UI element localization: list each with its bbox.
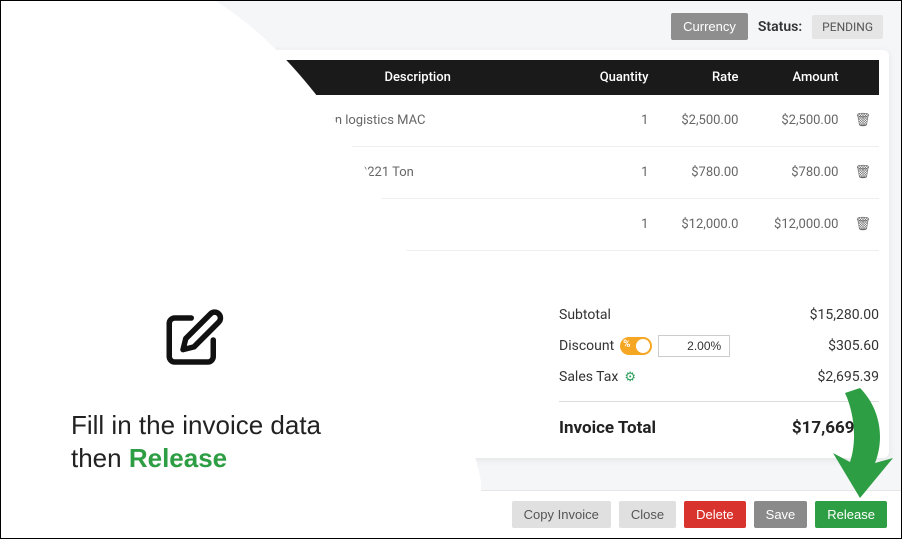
row-amount: $12,000.00 [746,199,846,251]
trash-icon[interactable]: 🗑 [846,199,879,251]
col-rate: Rate [656,60,746,95]
callout-line1: Fill in the invoice data [71,409,321,442]
invoice-total-label: Invoice Total [559,418,656,438]
callout-text: Fill in the invoice data then Release [71,409,321,474]
salestax-label: Sales Tax [559,369,618,385]
row-quantity[interactable]: 1 [586,199,656,251]
row-rate[interactable]: $12,000.0 [656,199,746,251]
col-amount: Amount [746,60,846,95]
copy-invoice-button[interactable]: Copy Invoice [512,501,611,528]
callout-line2-pre: then [71,443,129,473]
close-button[interactable]: Close [619,501,676,528]
discount-value: $305.60 [828,338,879,354]
salestax-value: $2,695.39 [817,369,879,385]
save-button[interactable]: Save [754,501,808,528]
col-quantity: Quantity [586,60,656,95]
release-button[interactable]: Release [815,501,887,528]
row-rate[interactable]: $780.00 [656,147,746,199]
trash-icon[interactable]: 🗑 [846,95,879,147]
row-quantity[interactable]: 1 [586,147,656,199]
row-amount: $2,500.00 [746,95,846,147]
currency-button[interactable]: Currency [671,13,748,40]
arrow-icon [825,388,895,498]
delete-button[interactable]: Delete [684,501,746,528]
percent-icon: % [623,339,630,350]
row-quantity[interactable]: 1 [586,95,656,147]
trash-icon[interactable]: 🗑 [846,147,879,199]
subtotal-label: Subtotal [559,307,611,323]
subtotal-value: $15,280.00 [810,307,879,323]
discount-label: Discount [559,338,614,354]
row-rate[interactable]: $2,500.00 [656,95,746,147]
gear-icon[interactable]: ⚙ [624,370,636,385]
row-amount: $780.00 [746,147,846,199]
discount-input[interactable] [658,335,730,357]
status-badge: PENDING [812,15,883,39]
status-label: Status: [758,19,802,35]
discount-toggle[interactable]: % [620,337,652,355]
edit-icon [161,307,227,373]
callout-line2-em: Release [129,443,227,473]
